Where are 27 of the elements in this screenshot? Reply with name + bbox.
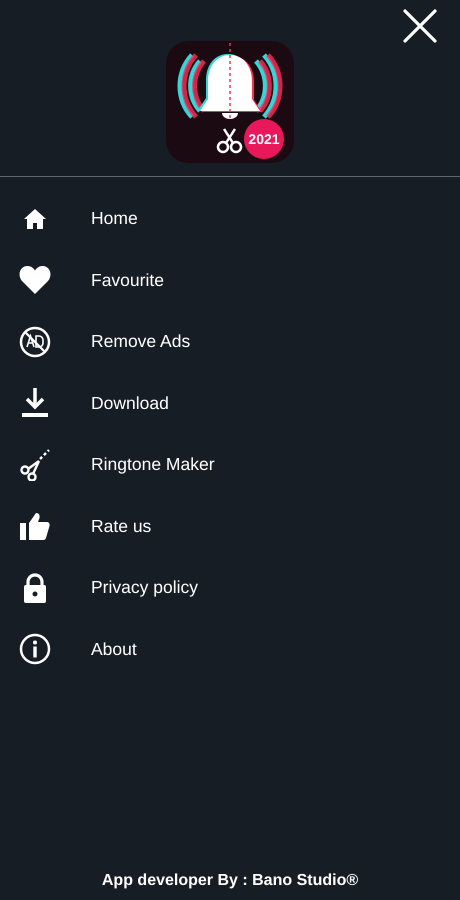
menu-label: Remove Ads xyxy=(91,331,190,352)
menu-item[interactable]: Remove Ads xyxy=(0,311,460,372)
info-icon xyxy=(19,633,51,666)
heart-icon xyxy=(19,266,51,294)
menu-label: About xyxy=(91,638,137,660)
thumbs-up-icon xyxy=(20,512,50,540)
menu-item[interactable]: About xyxy=(0,618,460,680)
menu-item[interactable]: Privacy policy xyxy=(0,557,460,618)
menu-label: Rate us xyxy=(91,516,152,537)
menu-label: Privacy policy xyxy=(91,577,198,598)
menu-item[interactable]: Rate us xyxy=(0,496,460,557)
menu-label: Favourite xyxy=(91,270,164,291)
download-icon xyxy=(21,388,49,418)
lock-icon xyxy=(23,572,47,603)
menu-item[interactable]: Download xyxy=(0,372,460,434)
menu-item[interactable]: Home xyxy=(0,188,460,250)
close-button[interactable] xyxy=(403,9,437,43)
home-icon xyxy=(23,208,47,230)
menu-label: Ringtone Maker xyxy=(91,454,215,476)
menu-label: Home xyxy=(91,208,138,230)
menu-item[interactable]: Ringtone Maker xyxy=(0,434,460,496)
menu-label: Download xyxy=(91,392,169,414)
close-icon xyxy=(403,9,437,43)
menu-item[interactable]: Favourite xyxy=(0,250,460,311)
scissors-icon xyxy=(19,448,51,481)
developer-credit: App developer By : Bano Studio® xyxy=(100,872,360,890)
no-ads-icon xyxy=(19,326,51,358)
